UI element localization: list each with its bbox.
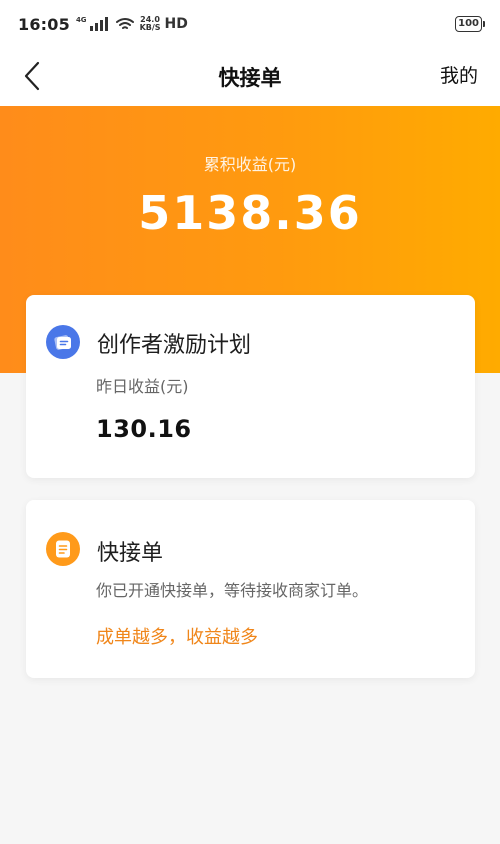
total-earnings-value: 5138.36 (138, 186, 362, 240)
hd-indicator: HD (164, 16, 188, 32)
creator-incentive-title: 创作者激励计划 (97, 333, 252, 358)
network-type: 4G (75, 16, 87, 24)
quick-order-promo-link[interactable]: 成单越多，收益越多 (96, 623, 258, 649)
cellular-signal-icon: 4G (76, 17, 108, 31)
ticket-icon (46, 325, 80, 359)
status-time: 16:05 (18, 14, 70, 34)
quick-order-status: 你已开通快接单，等待接收商家订单。 (96, 581, 369, 600)
network-speed-unit: KB/S (139, 23, 161, 32)
status-bar: 16:05 4G 24.0 KB/S HD 100 (0, 0, 500, 48)
quick-order-title: 快接单 (97, 541, 164, 566)
nav-bar: 快接单 我的 (0, 48, 500, 106)
document-icon (46, 532, 80, 566)
mine-link[interactable]: 我的 (440, 61, 478, 88)
quick-order-card[interactable]: 快接单 你已开通快接单，等待接收商家订单。 成单越多，收益越多 (26, 500, 475, 678)
network-speed: 24.0 KB/S (140, 16, 161, 32)
chevron-left-icon (24, 61, 40, 91)
back-button[interactable] (14, 58, 50, 94)
page-title: 快接单 (218, 66, 282, 90)
wifi-icon (115, 18, 134, 29)
battery-icon: 100 (455, 16, 485, 32)
creator-incentive-card[interactable]: 创作者激励计划 昨日收益(元) 130.16 (26, 295, 475, 478)
yesterday-earnings-label: 昨日收益(元) (96, 377, 189, 396)
total-earnings-label: 累积收益(元) (203, 155, 297, 174)
yesterday-earnings-value: 130.16 (96, 415, 192, 443)
